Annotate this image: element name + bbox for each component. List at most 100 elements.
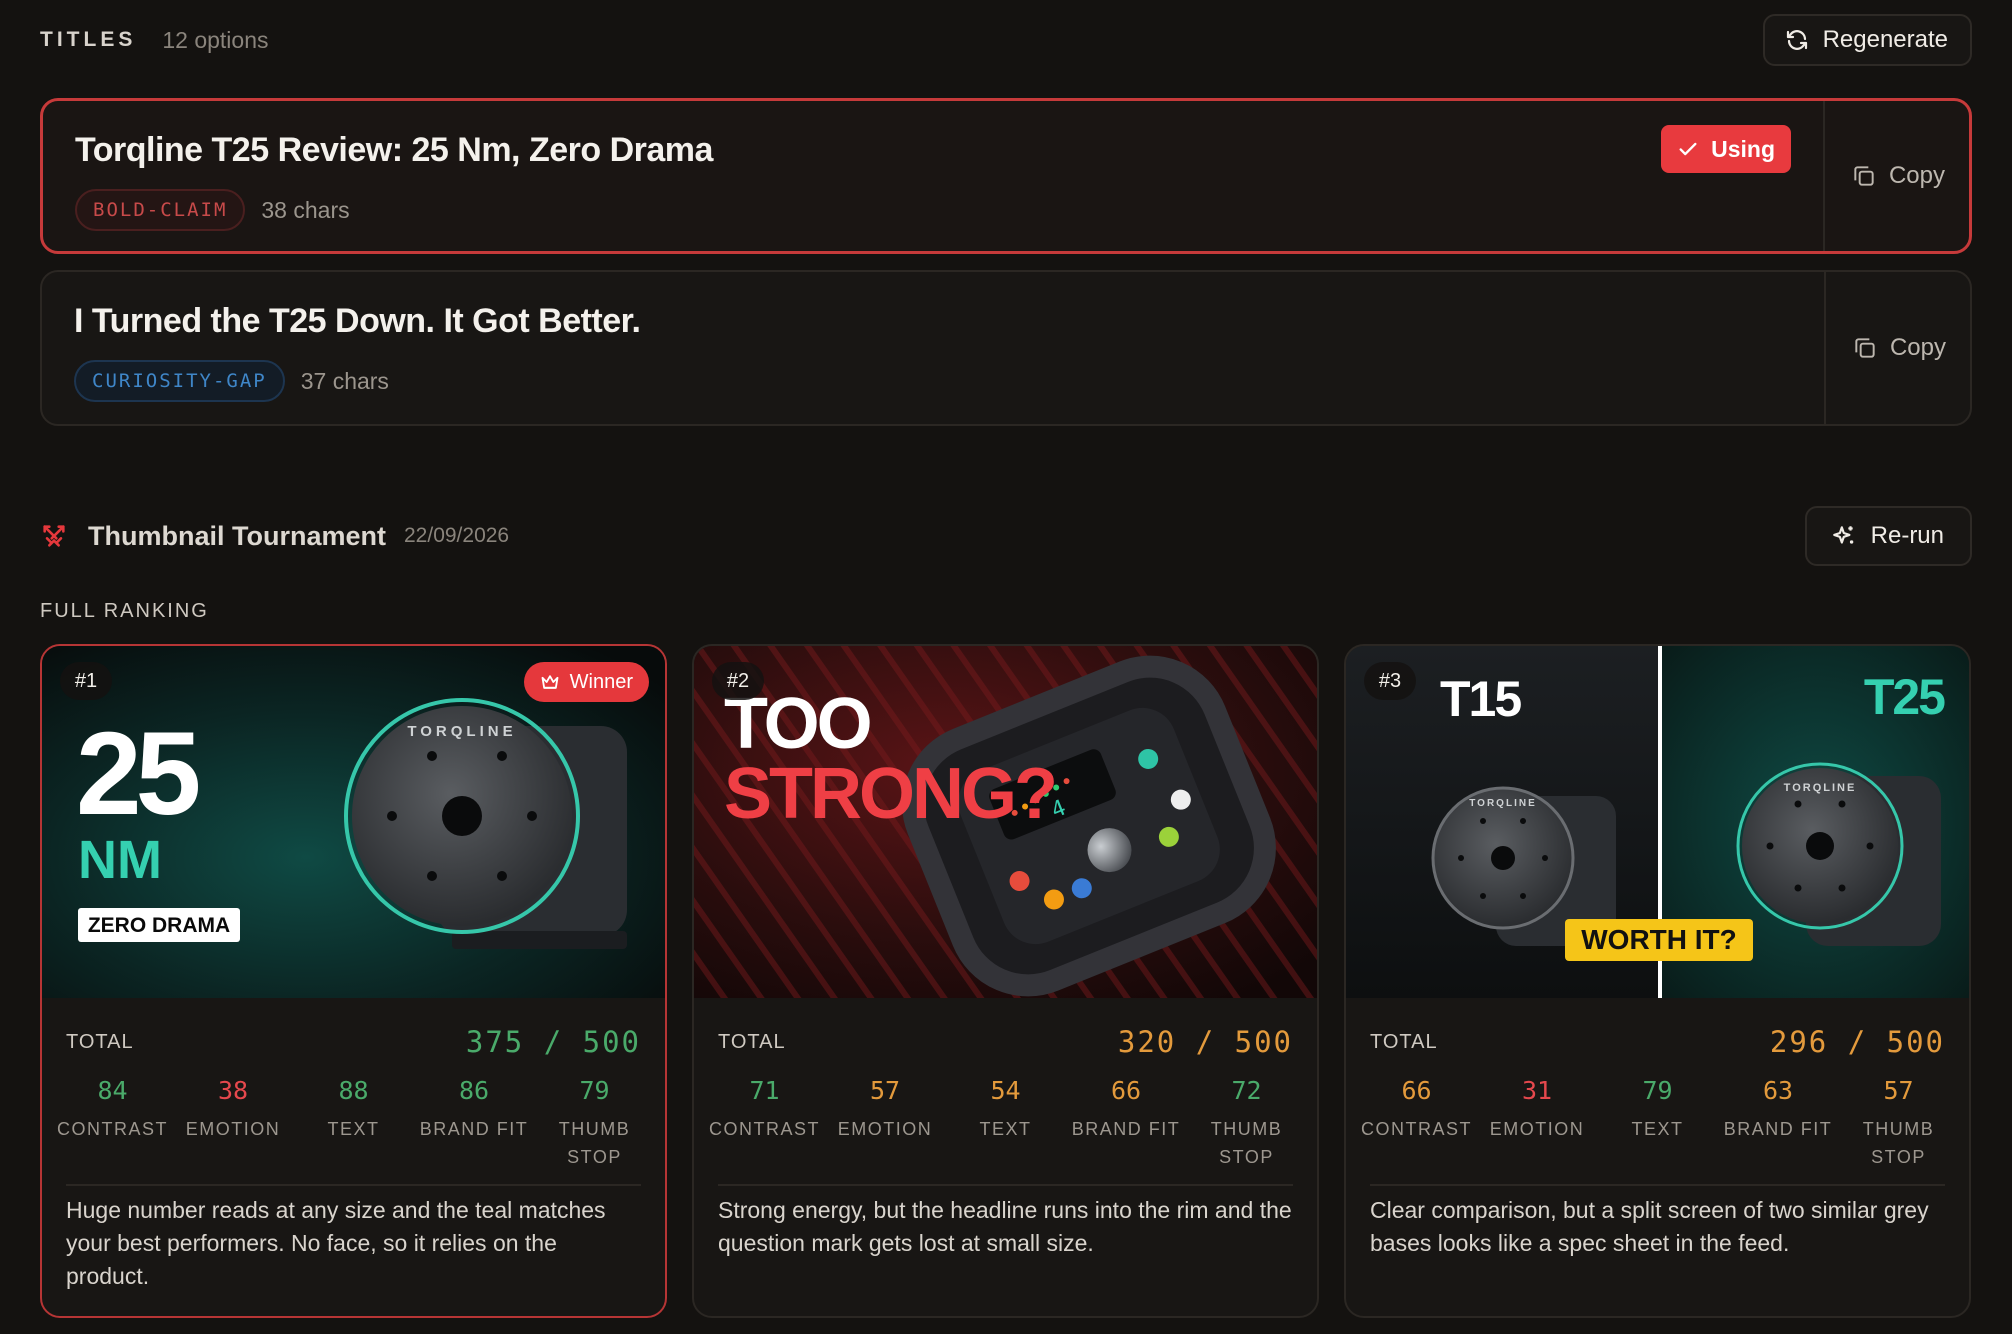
using-label: Using — [1711, 135, 1775, 162]
total-label: TOTAL — [718, 1030, 786, 1053]
metric-label: TEXT — [327, 1119, 380, 1139]
thumbnail-card[interactable]: TORQLINE TORQLINE T15 T25 WORTH IT? #3 T… — [1344, 644, 1971, 1318]
metric-label: BRAND FIT — [1071, 1119, 1181, 1139]
regenerate-button[interactable]: Regenerate — [1762, 14, 1972, 66]
titles-label: TITLES — [40, 28, 137, 51]
copy-icon — [1855, 338, 1875, 358]
thumbnail-card[interactable]: 4 TOO STRONG? #2 TOTAL 320 / 500 71 CONTR… — [692, 644, 1319, 1318]
metric-brand-fit: 86 BRAND FIT — [416, 1076, 533, 1171]
metric-value: 71 — [749, 1076, 780, 1105]
copy-button[interactable]: Copy — [1851, 101, 1945, 251]
tournament-title: Thumbnail Tournament — [88, 520, 386, 551]
rank-badge: #2 — [712, 662, 764, 700]
thumbnail-art: 4 TOO STRONG? — [694, 646, 1317, 998]
divider — [66, 1184, 641, 1186]
thumb-banner: WORTH IT? — [1581, 924, 1737, 955]
thumbnail-card[interactable]: TORQLINE 25 NM ZERO DRAMA #1 Winner TOTA… — [40, 644, 667, 1318]
metric-thumb-stop: 72 THUMB STOP — [1188, 1076, 1305, 1171]
copy-label: Copy — [1889, 334, 1946, 361]
metric-contrast: 66 CONTRAST — [1358, 1076, 1475, 1171]
rank-badge: #3 — [1364, 662, 1416, 700]
divider — [1823, 101, 1825, 251]
metric-label: EMOTION — [837, 1119, 933, 1139]
metric-label: EMOTION — [1489, 1119, 1585, 1139]
title-tag: CURIOSITY-GAP — [74, 360, 285, 402]
divider — [718, 1184, 1293, 1186]
metric-thumb-stop: 79 THUMB STOP — [536, 1076, 653, 1171]
metrics-row: 71 CONTRAST 57 EMOTION 54 TEXT 66 BRAND FIT … — [706, 1076, 1305, 1171]
rerun-label: Re-run — [1870, 522, 1944, 549]
metric-label: CONTRAST — [709, 1119, 820, 1139]
divider — [1824, 272, 1826, 424]
metric-label: TEXT — [1631, 1119, 1684, 1139]
title-option-card[interactable]: I Turned the T25 Down. It Got Better. CU… — [40, 270, 1972, 426]
char-count: 38 chars — [261, 196, 350, 223]
title-tag: BOLD-CLAIM — [75, 189, 246, 231]
metric-brand-fit: 63 BRAND FIT — [1720, 1076, 1837, 1171]
metric-emotion: 38 EMOTION — [175, 1076, 292, 1171]
copy-label: Copy — [1888, 162, 1945, 189]
brand-text: TORQLINE — [1784, 782, 1857, 794]
title-option-text: Torqline T25 Review: 25 Nm, Zero Drama — [75, 131, 713, 169]
metric-value: 38 — [217, 1076, 249, 1105]
title-option-card[interactable]: Torqline T25 Review: 25 Nm, Zero Drama B… — [40, 98, 1972, 254]
metric-emotion: 31 EMOTION — [1479, 1076, 1596, 1171]
winner-badge: Winner — [523, 662, 649, 702]
thumb-headline-2: STRONG? — [724, 754, 1055, 834]
winner-label: Winner — [569, 670, 633, 693]
total-score: 375 / 500 — [465, 1025, 641, 1059]
metric-label: THUMB STOP — [558, 1119, 631, 1167]
copy-icon — [1854, 166, 1874, 186]
full-ranking-label: FULL RANKING — [40, 600, 209, 622]
metrics-row: 84 CONTRAST 38 EMOTION 88 TEXT 86 BRAND FIT … — [54, 1076, 653, 1171]
metric-brand-fit: 66 BRAND FIT — [1068, 1076, 1185, 1171]
total-label: TOTAL — [66, 1030, 134, 1053]
total-score: 296 / 500 — [1769, 1025, 1945, 1059]
crown-icon — [541, 675, 559, 689]
metric-label: TEXT — [979, 1119, 1032, 1139]
metric-value: 79 — [1642, 1076, 1673, 1105]
metric-text: 88 TEXT — [295, 1076, 412, 1171]
thumb-big-number: 25 — [76, 708, 199, 840]
divider — [1370, 1184, 1945, 1186]
regenerate-label: Regenerate — [1822, 26, 1948, 53]
brand-text: TORQLINE — [407, 723, 516, 740]
thumb-box-text: ZERO DRAMA — [88, 914, 230, 937]
copy-button[interactable]: Copy — [1852, 272, 1946, 424]
metric-value: 86 — [458, 1076, 490, 1105]
metric-value: 66 — [1110, 1076, 1142, 1105]
tournament-date: 22/09/2026 — [404, 524, 510, 547]
metric-emotion: 57 EMOTION — [827, 1076, 944, 1171]
check-icon — [1679, 142, 1697, 156]
using-badge[interactable]: Using — [1661, 125, 1791, 173]
metric-label: CONTRAST — [1361, 1119, 1472, 1139]
thumbnail-image: TORQLINE TORQLINE T15 T25 WORTH IT? — [1346, 646, 1969, 998]
metric-label: BRAND FIT — [419, 1119, 529, 1139]
metric-label: THUMB STOP — [1210, 1119, 1283, 1167]
metric-value: 57 — [869, 1076, 901, 1105]
sparkle-icon — [1832, 526, 1853, 544]
metric-value: 31 — [1521, 1076, 1553, 1105]
thumbnail-image: 4 TOO STRONG? — [694, 646, 1317, 998]
brand-text: TORQLINE — [1469, 798, 1536, 809]
metric-value: 88 — [338, 1076, 369, 1105]
metric-label: EMOTION — [185, 1119, 281, 1139]
metric-value: 54 — [990, 1076, 1021, 1105]
metric-value: 66 — [1401, 1076, 1432, 1105]
card-summary: Clear comparison, but a split screen of … — [1370, 1197, 1929, 1256]
metric-label: BRAND FIT — [1723, 1119, 1833, 1139]
rank-badge: #1 — [60, 662, 112, 700]
metric-value: 72 — [1231, 1076, 1262, 1105]
metric-contrast: 71 CONTRAST — [706, 1076, 823, 1171]
metric-value: 57 — [1883, 1076, 1914, 1105]
titles-header: TITLES 12 options Regenerate — [40, 14, 1972, 66]
metric-label: THUMB STOP — [1862, 1119, 1935, 1167]
rerun-button[interactable]: Re-run — [1804, 506, 1972, 566]
metric-thumb-stop: 57 THUMB STOP — [1840, 1076, 1957, 1171]
metric-value: 63 — [1762, 1076, 1794, 1105]
metric-text: 54 TEXT — [947, 1076, 1064, 1171]
thumbnail-art: TORQLINE TORQLINE T15 T25 WORTH IT? — [1346, 646, 1969, 998]
metric-text: 79 TEXT — [1599, 1076, 1716, 1171]
total-label: TOTAL — [1370, 1030, 1438, 1053]
char-count: 37 chars — [300, 367, 389, 394]
